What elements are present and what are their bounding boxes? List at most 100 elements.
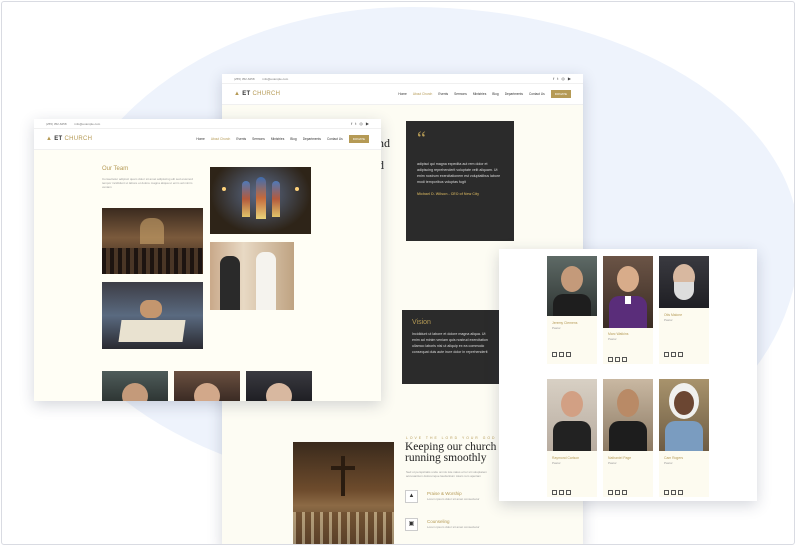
feature-counseling: ▣ Counseling Lorem ipsum dolor sit amet … (405, 516, 515, 536)
team-intro: Consectetur adipisci quam dolor sit amet… (102, 177, 193, 190)
instagram-icon[interactable] (622, 357, 627, 362)
vision-title: Vision (412, 319, 431, 326)
member-name: Cam Rogers (664, 456, 684, 460)
vision-box: Vision Incididunt ut labore et dolore ma… (402, 310, 499, 384)
avatar (547, 256, 597, 316)
donate-button[interactable]: DONATE (550, 90, 571, 98)
member-name: Otis Malone (664, 313, 683, 317)
facebook-icon[interactable] (552, 490, 557, 495)
instagram-icon[interactable] (566, 352, 571, 357)
nav-about[interactable]: About Church (211, 137, 231, 141)
instagram-icon[interactable] (678, 352, 683, 357)
team-card: Cam Rogers Pastor (659, 379, 709, 497)
instagram-icon[interactable] (678, 490, 683, 495)
instagram-icon[interactable]: ◎ (561, 76, 565, 81)
nav-contact[interactable]: Contact Us (529, 92, 545, 96)
showcase-frame: (255) 352-6258 info@example.com f t ◎ ▶ … (1, 1, 795, 545)
center-nav: ▲ ET CHURCH Home About Church Events Ser… (222, 83, 583, 105)
vision-text: Incididunt ut labore et dolore magna ali… (412, 332, 488, 354)
nav-about[interactable]: About Church (413, 92, 433, 96)
facebook-icon[interactable] (608, 357, 613, 362)
nav-contact[interactable]: Contact Us (327, 137, 343, 141)
nav-events[interactable]: Events (438, 92, 448, 96)
church-interior-photo (293, 442, 394, 544)
avatar (547, 379, 597, 451)
site-logo[interactable]: ▲ ET CHURCH (46, 136, 92, 142)
main-menu: Home About Church Events Sermons Ministr… (196, 135, 369, 143)
nav-sermons[interactable]: Sermons (252, 137, 265, 141)
stained-glass-photo (210, 167, 311, 234)
member-role: Pastor (664, 318, 673, 322)
facebook-icon[interactable] (664, 352, 669, 357)
section-body: Sed ut perspiciatis unde omnis iste natu… (406, 470, 488, 479)
instagram-icon[interactable] (622, 490, 627, 495)
team-thumb-1 (102, 371, 168, 401)
nav-departments[interactable]: Departments (505, 92, 523, 96)
team-card: Marc Watkins Pastor (603, 256, 653, 364)
nav-blog[interactable]: Blog (290, 137, 296, 141)
praying-hands-photo (102, 282, 203, 349)
left-page: (255) 352-6258 info@example.com f t ◎ ▶ … (34, 119, 381, 401)
avatar (603, 256, 653, 328)
nav-home[interactable]: Home (196, 137, 205, 141)
twitter-icon[interactable] (615, 357, 620, 362)
quote-mark-icon: “ (417, 128, 426, 150)
quote-author: Michael D. Wilson - CEO of New City (417, 192, 480, 196)
avatar (603, 379, 653, 451)
center-topbar: (255) 352-6258 info@example.com f t ◎ ▶ (222, 74, 583, 83)
avatar (659, 379, 709, 451)
twitter-icon[interactable]: t (355, 121, 356, 126)
member-role: Pastor (608, 461, 617, 465)
phone-text: (255) 352-6258 (46, 121, 67, 126)
member-role: Pastor (608, 337, 617, 341)
nav-ministries[interactable]: Ministries (271, 137, 284, 141)
facebook-icon[interactable] (552, 352, 557, 357)
nav-events[interactable]: Events (236, 137, 246, 141)
facebook-icon[interactable]: f (351, 121, 352, 126)
instagram-icon[interactable]: ◎ (359, 121, 363, 126)
member-name: Jeremy Clemens (552, 321, 578, 325)
nav-blog[interactable]: Blog (492, 92, 498, 96)
praise-text: Lorem ipsum dolor sit amet consectetur (427, 497, 480, 501)
member-role: Pastor (552, 461, 561, 465)
team-card: Raymond Carlson Pastor (547, 379, 597, 497)
main-menu: Home About Church Events Sermons Ministr… (398, 90, 571, 98)
section-heading: Keeping our church running smoothly (405, 441, 497, 464)
nav-home[interactable]: Home (398, 92, 407, 96)
donate-button[interactable]: DONATE (348, 135, 369, 143)
counseling-text: Lorem ipsum dolor sit amet consectetur (427, 525, 480, 529)
site-logo[interactable]: ▲ ET CHURCH (234, 91, 280, 97)
left-topbar: (255) 352-6258 info@example.com f t ◎ ▶ (34, 119, 381, 128)
social-icons: f t ◎ ▶ (553, 76, 571, 81)
left-nav: ▲ ET CHURCH Home About Church Events Ser… (34, 128, 381, 150)
nav-ministries[interactable]: Ministries (473, 92, 486, 96)
facebook-icon[interactable] (608, 490, 613, 495)
nav-sermons[interactable]: Sermons (454, 92, 467, 96)
nav-departments[interactable]: Departments (303, 137, 321, 141)
member-name: Nathaniel Page (608, 456, 632, 460)
instagram-icon[interactable] (566, 490, 571, 495)
right-page: Jeremy Clemens Pastor Marc Watkins Pasto… (499, 249, 757, 501)
member-role: Pastor (552, 326, 561, 330)
team-card: Otis Malone Pastor (659, 256, 709, 364)
praise-icon: ▲ (405, 490, 418, 503)
twitter-icon[interactable] (559, 490, 564, 495)
facebook-icon[interactable] (664, 490, 669, 495)
team-thumb-2 (174, 371, 240, 401)
email-text: info@example.com (262, 76, 289, 81)
social-icons: f t ◎ ▶ (351, 121, 369, 126)
youtube-icon[interactable]: ▶ (568, 76, 571, 81)
twitter-icon[interactable] (615, 490, 620, 495)
priests-photo (210, 242, 294, 310)
twitter-icon[interactable]: t (557, 76, 558, 81)
facebook-icon[interactable]: f (553, 76, 554, 81)
twitter-icon[interactable] (671, 490, 676, 495)
team-card: Jeremy Clemens Pastor (547, 256, 597, 364)
twitter-icon[interactable] (671, 352, 676, 357)
team-card: Nathaniel Page Pastor (603, 379, 653, 497)
member-name: Raymond Carlson (552, 456, 580, 460)
section-eyebrow: LOVE THE LORD YOUR GOD (406, 436, 497, 440)
youtube-icon[interactable]: ▶ (366, 121, 369, 126)
twitter-icon[interactable] (559, 352, 564, 357)
team-thumb-3 (246, 371, 312, 401)
